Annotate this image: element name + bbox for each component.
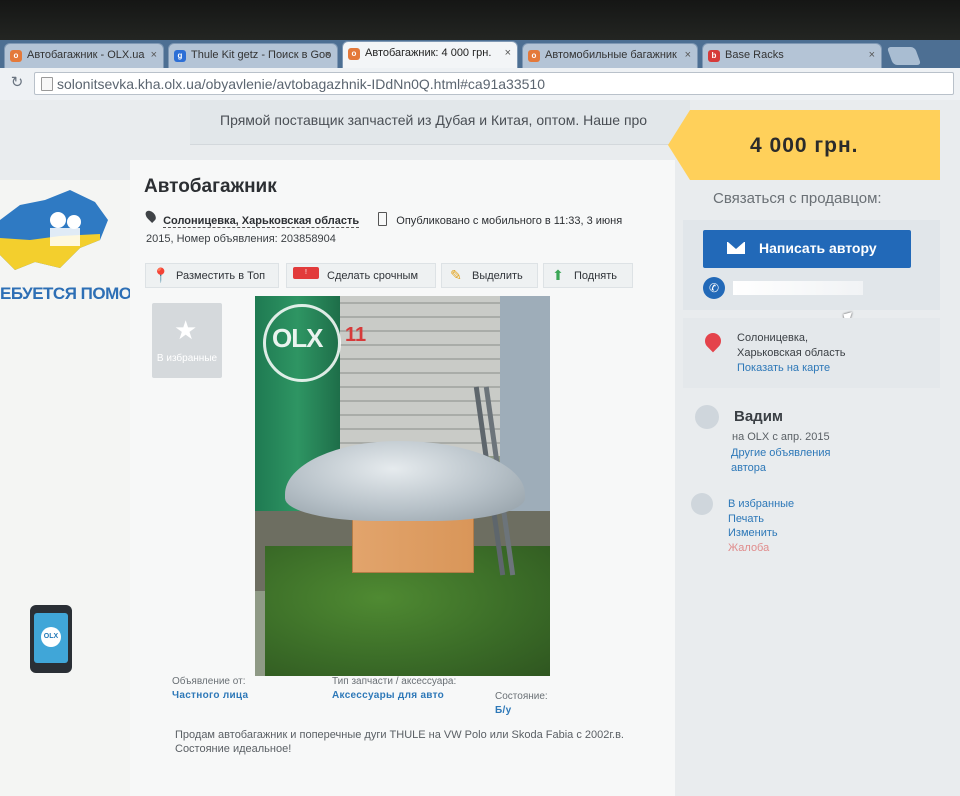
urgent-badge-icon: ! bbox=[293, 267, 319, 279]
make-urgent-button[interactable]: ! Сделать срочным bbox=[286, 263, 436, 288]
location-link[interactable]: Солоницевка, Харьковская область bbox=[163, 215, 360, 228]
envelope-icon bbox=[727, 242, 745, 254]
tab-title: Автомобильные багажник bbox=[545, 49, 677, 61]
location-row: Солоницевка, Харьковская область Опублик… bbox=[143, 208, 623, 228]
location-line-2: Харьковская область bbox=[737, 347, 846, 359]
detail-condition: Состояние: Б/у bbox=[495, 691, 548, 716]
phone-number-hidden[interactable] bbox=[733, 281, 863, 295]
tab-strip: o Автобагажник - OLX.ua × g Thule Kit ge… bbox=[0, 40, 960, 68]
google-favicon-icon: g bbox=[174, 50, 186, 62]
tool-add-favorites-link[interactable]: В избранные bbox=[728, 497, 794, 512]
published-text: Опубликовано с мобильного в 11:33, 3 июн… bbox=[396, 215, 623, 227]
detail-value-link[interactable]: Частного лица bbox=[172, 690, 248, 701]
olx-favicon-icon: o bbox=[528, 50, 540, 62]
tool-report-link[interactable]: Жалоба bbox=[728, 541, 794, 556]
phone-icon: ✆ bbox=[703, 277, 725, 299]
phone-illustration: OLX bbox=[30, 605, 72, 673]
url-text[interactable]: solonitsevka.kha.olx.ua/obyavlenie/avtob… bbox=[57, 76, 545, 92]
seller-location-text: Солоницевка, Харьковская область bbox=[737, 331, 846, 361]
arrow-up-icon: ⬆ bbox=[552, 267, 564, 283]
tab-close-icon[interactable]: × bbox=[505, 47, 511, 59]
listing-tools: В избранные Печать Изменить Жалоба bbox=[728, 497, 794, 555]
favorites-label: В избранные bbox=[156, 353, 218, 364]
mobile-icon bbox=[378, 212, 388, 226]
write-author-button[interactable]: Написать автору bbox=[703, 230, 911, 268]
photo-wall-number: 11 bbox=[345, 324, 367, 346]
promote-top-button[interactable]: 📍 Разместить в Топ bbox=[145, 263, 279, 288]
detail-value-link[interactable]: Аксессуары для авто bbox=[332, 690, 456, 701]
phone-screen: OLX bbox=[34, 613, 68, 663]
tab-olx-search[interactable]: o Автобагажник - OLX.ua × bbox=[4, 43, 164, 68]
base-racks-favicon-icon: b bbox=[708, 50, 720, 62]
tab-title: Автобагажник: 4 000 грн. bbox=[365, 47, 492, 59]
ukraine-map-icon bbox=[0, 190, 108, 270]
highlight-button[interactable]: ✎ Выделить bbox=[441, 263, 538, 288]
tab-google-search[interactable]: g Thule Kit getz - Поиск в Goo × bbox=[168, 43, 338, 68]
seller-since: на OLX с апр. 2015 bbox=[732, 431, 830, 443]
detail-part-type: Тип запчасти / аксессуара: Аксессуары дл… bbox=[332, 676, 456, 701]
tab-close-icon[interactable]: × bbox=[685, 49, 691, 61]
phone-reveal-row[interactable]: ✆ bbox=[703, 277, 863, 299]
listing-description: Продам автобагажник и поперечные дуги TH… bbox=[175, 729, 624, 755]
detail-label: Объявление от: bbox=[172, 676, 246, 687]
top-ad-text: Прямой поставщик запчастей из Дубая и Ки… bbox=[220, 112, 648, 128]
price-value: 4 000 грн. bbox=[750, 134, 859, 157]
olx-favicon-icon: o bbox=[348, 48, 360, 60]
add-to-favorites-button[interactable]: ★ В избранные bbox=[152, 303, 222, 378]
star-icon: ★ bbox=[174, 315, 198, 345]
tab-title: Thule Kit getz - Поиск в Goo bbox=[191, 49, 332, 61]
tools-icon bbox=[691, 493, 713, 515]
price-tag: 4 000 грн. bbox=[668, 110, 940, 180]
new-tab-button[interactable] bbox=[886, 47, 922, 65]
listing-photo[interactable]: OLX 11 bbox=[255, 296, 550, 676]
address-bar[interactable]: solonitsevka.kha.olx.ua/obyavlenie/avtob… bbox=[34, 72, 954, 95]
contact-seller-label: Связаться с продавцом: bbox=[713, 190, 882, 207]
bump-label: Поднять bbox=[574, 270, 618, 282]
make-urgent-label: Сделать срочным bbox=[327, 270, 419, 282]
show-on-map-link[interactable]: Показать на карте bbox=[737, 362, 830, 374]
olx-logo-icon: OLX bbox=[41, 627, 61, 647]
tab-active-listing[interactable]: o Автобагажник: 4 000 грн. × bbox=[342, 41, 518, 68]
tab-close-icon[interactable]: × bbox=[325, 49, 331, 61]
tool-edit-link[interactable]: Изменить bbox=[728, 526, 794, 541]
browser-toolbar: ↻ solonitsevka.kha.olx.ua/obyavlenie/avt… bbox=[0, 68, 960, 101]
page-icon bbox=[41, 77, 53, 91]
highlight-label: Выделить bbox=[472, 270, 523, 282]
detail-offered-by: Объявление от: Частного лица bbox=[172, 676, 248, 701]
write-author-label: Написать автору bbox=[759, 240, 877, 256]
tool-print-link[interactable]: Печать bbox=[728, 512, 794, 527]
seller-name: Вадим bbox=[734, 408, 784, 425]
tab-base-racks[interactable]: b Base Racks × bbox=[702, 43, 882, 68]
top-ad-banner[interactable]: Прямой поставщик запчастей из Дубая и Ки… bbox=[190, 100, 690, 145]
page-content: ЕБУЕТСЯ ПОМОЩЬ! OLX Прямой поставщик зап… bbox=[0, 100, 960, 796]
promo-actions: 📍 Разместить в Топ ! Сделать срочным ✎ В… bbox=[145, 263, 633, 288]
tab-close-icon[interactable]: × bbox=[151, 49, 157, 61]
reload-icon[interactable]: ↻ bbox=[8, 74, 26, 92]
location-line-1: Солоницевка, bbox=[737, 332, 809, 344]
tab-close-icon[interactable]: × bbox=[869, 49, 875, 61]
detail-label: Тип запчасти / аксессуара: bbox=[332, 676, 457, 687]
olx-favicon-icon: o bbox=[10, 50, 22, 62]
olx-watermark-icon: OLX bbox=[272, 323, 323, 353]
other-ads-link[interactable]: Другие объявления автора bbox=[731, 446, 851, 476]
tab-title: Автобагажник - OLX.ua bbox=[27, 49, 145, 61]
tab-title: Base Racks bbox=[725, 49, 784, 61]
pin-icon: 📍 bbox=[152, 267, 170, 283]
bump-button[interactable]: ⬆ Поднять bbox=[543, 263, 633, 288]
detail-value-link[interactable]: Б/у bbox=[495, 705, 548, 716]
promote-top-label: Разместить в Топ bbox=[176, 270, 266, 282]
detail-label: Состояние: bbox=[495, 691, 548, 702]
pencil-icon: ✎ bbox=[450, 267, 462, 283]
listing-meta: 2015, Номер объявления: 203858904 bbox=[146, 233, 336, 245]
tab-car-racks[interactable]: o Автомобильные багажник × bbox=[522, 43, 698, 68]
listing-title: Автобагажник bbox=[144, 176, 277, 197]
user-avatar-icon bbox=[695, 405, 719, 429]
